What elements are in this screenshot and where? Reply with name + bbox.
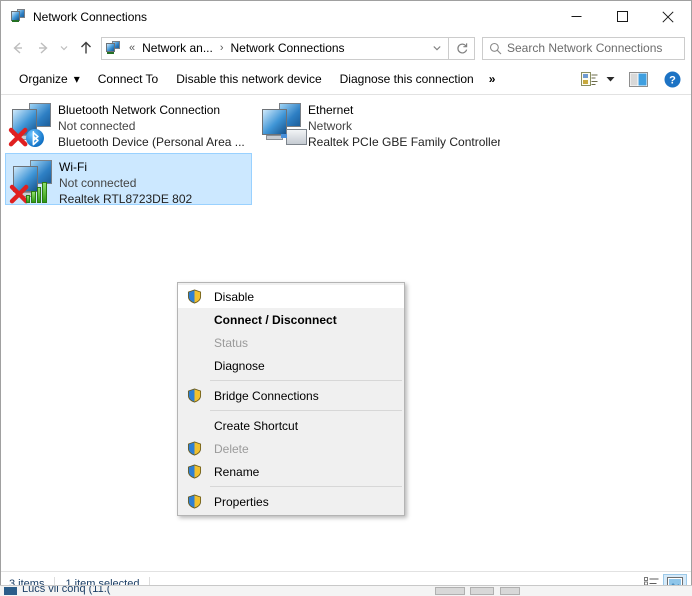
minimize-button[interactable] bbox=[553, 1, 599, 32]
search-box[interactable]: Search Network Connections bbox=[482, 36, 685, 60]
menu-item-label: Create Shortcut bbox=[214, 418, 299, 433]
search-icon bbox=[483, 42, 507, 55]
ethernet-adapter-icon bbox=[259, 100, 307, 146]
search-placeholder: Search Network Connections bbox=[507, 41, 663, 55]
connection-device: Bluetooth Device (Personal Area ... bbox=[58, 135, 245, 149]
help-icon[interactable]: ? bbox=[658, 66, 691, 92]
background-window-strip: Lucs vll conq (11.( bbox=[0, 585, 692, 596]
menu-item-label: Properties bbox=[214, 494, 269, 509]
list-item-text: Bluetooth Network Connection Not connect… bbox=[58, 100, 245, 150]
maximize-button[interactable] bbox=[599, 1, 645, 32]
connect-to-button[interactable]: Connect To bbox=[89, 66, 168, 92]
breadcrumb-item-network-connections[interactable]: Network Connections bbox=[229, 41, 347, 55]
navigation-bar: « Network an... › Network Connections Se… bbox=[1, 32, 691, 64]
menu-icon-slot bbox=[182, 310, 206, 330]
diagnose-connection-button[interactable]: Diagnose this connection bbox=[331, 66, 483, 92]
connection-name: Ethernet bbox=[308, 103, 354, 117]
connection-status: Not connected bbox=[59, 176, 137, 190]
uac-shield-icon bbox=[182, 462, 206, 482]
back-button[interactable] bbox=[5, 36, 30, 60]
title-bar: Network Connections bbox=[1, 1, 691, 32]
context-menu[interactable]: Disable Connect / Disconnect Status Diag… bbox=[177, 282, 405, 516]
menu-item-label: Bridge Connections bbox=[214, 388, 319, 403]
command-toolbar: Organize ▾ Connect To Disable this netwo… bbox=[1, 64, 691, 95]
menu-item-label: Diagnose bbox=[214, 358, 265, 373]
menu-separator bbox=[210, 410, 402, 411]
menu-item-bridge-connections[interactable]: Bridge Connections bbox=[178, 384, 404, 407]
list-item-text: Ethernet Network Realtek PCIe GBE Family… bbox=[308, 100, 500, 150]
menu-separator bbox=[210, 486, 402, 487]
taskbar-window-icon bbox=[4, 587, 17, 595]
breadcrumb-separator[interactable]: › bbox=[215, 42, 229, 54]
connection-name: Wi-Fi bbox=[59, 160, 87, 174]
refresh-button[interactable] bbox=[449, 36, 475, 60]
organize-label: Organize bbox=[19, 72, 68, 86]
connection-device: Realtek PCIe GBE Family Controller bbox=[308, 135, 500, 149]
menu-item-properties[interactable]: Properties bbox=[178, 490, 404, 513]
menu-icon-slot bbox=[182, 416, 206, 436]
menu-item-label: Disable bbox=[214, 289, 255, 304]
change-view-dropdown[interactable] bbox=[602, 66, 619, 92]
menu-item-rename[interactable]: Rename bbox=[178, 460, 404, 483]
bluetooth-badge-icon bbox=[25, 128, 44, 147]
menu-item-status: Status bbox=[178, 331, 404, 354]
svg-text:?: ? bbox=[669, 74, 676, 86]
preview-pane-icon[interactable] bbox=[619, 66, 658, 92]
uac-shield-icon bbox=[182, 492, 206, 512]
menu-item-label: Connect / Disconnect bbox=[214, 312, 337, 327]
uac-shield-icon bbox=[182, 439, 206, 459]
background-strip-box bbox=[470, 587, 494, 595]
uac-shield-icon bbox=[182, 386, 206, 406]
menu-item-label: Rename bbox=[214, 464, 260, 479]
list-item[interactable]: Ethernet Network Realtek PCIe GBE Family… bbox=[255, 97, 502, 149]
connection-device: Realtek RTL8723DE 802 bbox=[59, 192, 193, 206]
connection-name: Bluetooth Network Connection bbox=[58, 103, 221, 117]
list-item-text: Wi-Fi Not connected Realtek RTL8723DE 80… bbox=[59, 157, 192, 207]
close-button[interactable] bbox=[645, 1, 691, 32]
toolbar-overflow-button[interactable]: » bbox=[483, 66, 502, 92]
menu-item-connect-disconnect[interactable]: Connect / Disconnect bbox=[178, 308, 404, 331]
address-bar[interactable]: « Network an... › Network Connections bbox=[101, 36, 449, 60]
rj45-connector-icon bbox=[281, 129, 307, 146]
background-window-title: Lucs vll conq (11.( bbox=[22, 585, 111, 595]
disable-network-device-button[interactable]: Disable this network device bbox=[167, 66, 330, 92]
organize-button[interactable]: Organize ▾ bbox=[10, 66, 89, 92]
menu-item-create-shortcut[interactable]: Create Shortcut bbox=[178, 414, 404, 437]
up-button[interactable] bbox=[73, 36, 98, 60]
bluetooth-network-adapter-icon bbox=[8, 100, 55, 147]
menu-icon-slot bbox=[182, 356, 206, 376]
connection-status: Network bbox=[308, 119, 353, 133]
menu-item-disable[interactable]: Disable bbox=[178, 285, 404, 308]
menu-item-label: Status bbox=[214, 335, 249, 350]
connections-list: Bluetooth Network Connection Not connect… bbox=[1, 95, 691, 571]
window-controls bbox=[553, 1, 691, 32]
change-view-icon[interactable] bbox=[577, 66, 602, 92]
list-item[interactable]: Bluetooth Network Connection Not connect… bbox=[5, 97, 252, 149]
recent-locations-button[interactable] bbox=[55, 36, 73, 60]
menu-item-diagnose[interactable]: Diagnose bbox=[178, 354, 404, 377]
menu-icon-slot bbox=[182, 333, 206, 353]
signal-bars-icon bbox=[25, 181, 47, 203]
chevron-down-icon: ▾ bbox=[73, 72, 80, 86]
network-connections-icon bbox=[10, 9, 26, 25]
window-title: Network Connections bbox=[33, 9, 148, 24]
uac-shield-icon bbox=[182, 287, 206, 307]
menu-item-delete: Delete bbox=[178, 437, 404, 460]
background-strip-box bbox=[435, 587, 465, 595]
connection-status: Not connected bbox=[58, 119, 136, 133]
breadcrumb-network-icon bbox=[105, 40, 121, 56]
network-connections-window: Network Connections « Network an... › Ne… bbox=[0, 0, 692, 596]
breadcrumb-prefix: « bbox=[129, 42, 136, 54]
menu-item-label: Delete bbox=[214, 441, 249, 456]
background-strip-box bbox=[500, 587, 520, 595]
chevron-down-icon[interactable] bbox=[426, 38, 448, 59]
connections-grid: Bluetooth Network Connection Not connect… bbox=[1, 95, 691, 206]
forward-button[interactable] bbox=[30, 36, 55, 60]
breadcrumb-item-network[interactable]: Network an... bbox=[140, 41, 215, 55]
menu-separator bbox=[210, 380, 402, 381]
wifi-adapter-icon bbox=[9, 157, 56, 204]
list-item[interactable]: Wi-Fi Not connected Realtek RTL8723DE 80… bbox=[5, 153, 252, 207]
